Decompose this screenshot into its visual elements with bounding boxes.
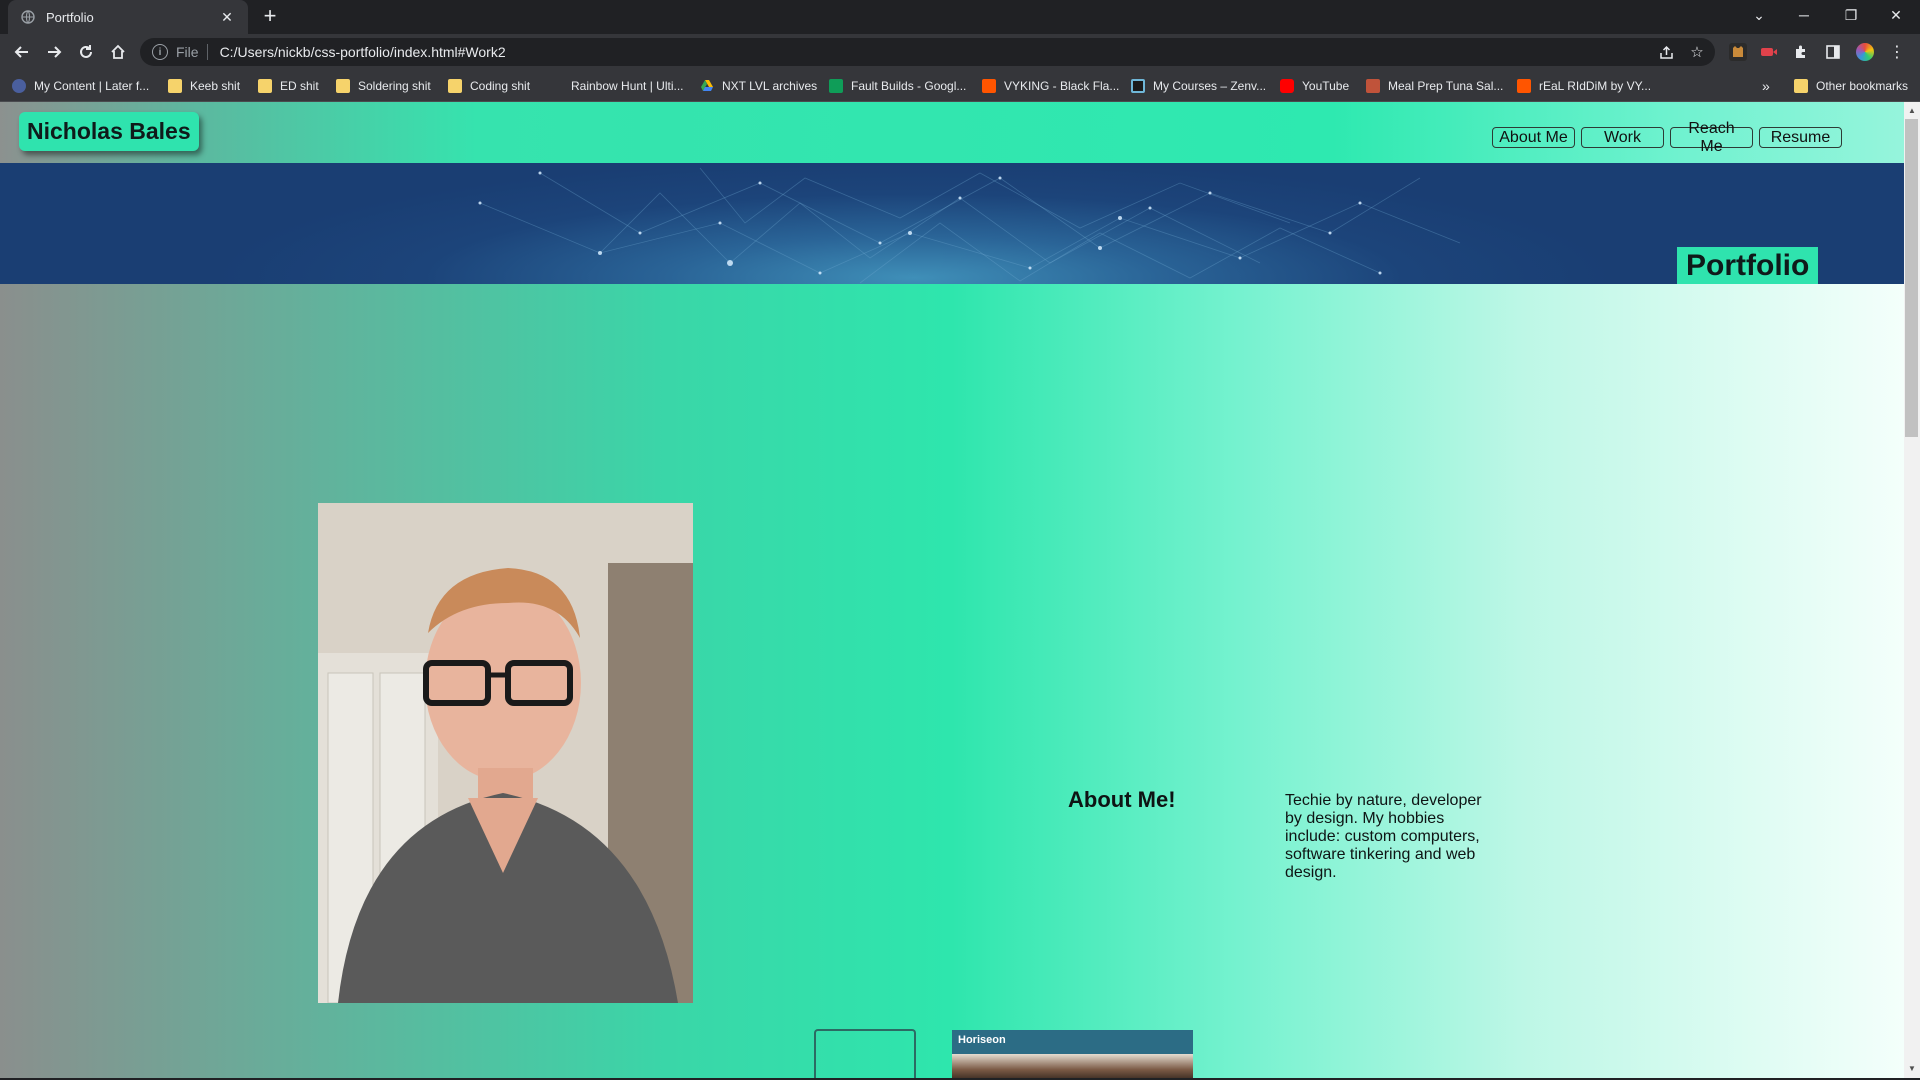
bookmark-label: Coding shit (470, 79, 531, 93)
bookmark-item[interactable]: VYKING - Black Fla... (982, 76, 1119, 96)
nav-work[interactable]: Work (1581, 127, 1664, 148)
divider (206, 44, 208, 60)
bookmark-label: Other bookmarks (1816, 79, 1909, 93)
extensions-puzzle-icon[interactable] (1792, 43, 1810, 61)
work-card-horiseon[interactable]: Horiseon (952, 1030, 1193, 1078)
url-scheme: File (176, 44, 199, 60)
bookmark-item[interactable]: Fault Builds - Googl... (829, 76, 966, 96)
bookmark-item[interactable]: My Courses – Zenv... (1131, 76, 1266, 96)
bookmark-label: Fault Builds - Googl... (851, 79, 967, 93)
address-bar[interactable]: i File C:/Users/nickb/css-portfolio/inde… (140, 38, 1715, 66)
about-heading: About Me! (1068, 787, 1176, 812)
site-logo[interactable]: Nicholas Bales (19, 112, 199, 151)
bookmark-item[interactable]: My Content | Later f... (12, 76, 149, 96)
back-arrow-icon[interactable] (8, 38, 36, 66)
work-card-label: Horiseon (958, 1034, 1006, 1046)
bookmark-item[interactable]: Meal Prep Tuna Sal... (1366, 76, 1503, 96)
later-icon (12, 79, 26, 93)
bookmark-label: ED shit (280, 79, 319, 93)
folder-icon (448, 79, 462, 93)
drive-icon (700, 79, 714, 93)
tab-strip: Portfolio ✕ + ⌄ ─ ❐ ✕ (0, 0, 1920, 34)
bookmark-item[interactable]: NXT LVL archives (700, 76, 817, 96)
work-card-image (952, 1054, 1193, 1078)
window-close-button[interactable]: ✕ (1874, 0, 1918, 30)
bookmark-label: My Content | Later f... (34, 79, 150, 93)
nav-reach-me[interactable]: Reach Me (1670, 120, 1753, 155)
bookmark-star-icon[interactable]: ☆ (1685, 40, 1709, 64)
tab-portfolio[interactable]: Portfolio ✕ (8, 0, 248, 34)
bookmark-folder[interactable]: Keeb shit (168, 76, 240, 96)
bookmark-label: VYKING - Black Fla... (1004, 79, 1120, 93)
bookmark-label: Meal Prep Tuna Sal... (1388, 79, 1504, 93)
forward-arrow-icon[interactable] (40, 38, 68, 66)
extension-cat-icon[interactable] (1729, 43, 1747, 61)
info-icon[interactable]: i (152, 44, 168, 60)
bookmark-label: Keeb shit (190, 79, 241, 93)
site-nav: About Me Work Reach Me Resume (1492, 120, 1842, 155)
page-title: Portfolio (1677, 247, 1819, 284)
hero-banner: Portfolio (0, 163, 1904, 284)
home-icon[interactable] (104, 38, 132, 66)
globe-icon (20, 9, 36, 25)
menu-kebab-icon[interactable]: ⋮ (1888, 43, 1906, 61)
bookmark-item[interactable]: rEaL RIdDiM by VY... (1517, 76, 1651, 96)
nav-about-me[interactable]: About Me (1492, 127, 1575, 148)
work-thumbnail[interactable] (814, 1029, 916, 1078)
youtube-icon (1280, 79, 1294, 93)
scroll-down-arrow-icon[interactable]: ▼ (1904, 1060, 1920, 1076)
bookmark-label: Rainbow Hunt | Ulti... (571, 79, 684, 93)
browser-toolbar: i File C:/Users/nickb/css-portfolio/inde… (0, 34, 1920, 70)
side-panel-icon[interactable] (1824, 43, 1842, 61)
bookmarks-bar: My Content | Later f... Keeb shit ED shi… (0, 70, 1920, 102)
reload-icon[interactable] (72, 38, 100, 66)
tab-title: Portfolio (46, 9, 94, 25)
page-viewport: Nicholas Bales About Me Work Reach Me Re… (0, 102, 1904, 1078)
bookmark-folder[interactable]: Coding shit (448, 76, 530, 96)
recipe-icon (1366, 79, 1380, 93)
folder-icon (258, 79, 272, 93)
bookmark-folder[interactable]: Soldering shit (336, 76, 431, 96)
bookmark-label: YouTube (1302, 79, 1350, 93)
other-bookmarks-folder[interactable]: Other bookmarks (1794, 76, 1908, 96)
bookmark-label: Soldering shit (358, 79, 431, 93)
restore-button[interactable]: ❐ (1829, 0, 1873, 30)
folder-icon (1794, 79, 1808, 93)
bookmark-item[interactable]: Rainbow Hunt | Ulti... (571, 76, 684, 96)
site-header: Nicholas Bales About Me Work Reach Me Re… (0, 102, 1904, 163)
bookmark-item[interactable]: YouTube (1280, 76, 1349, 96)
nav-resume[interactable]: Resume (1759, 127, 1842, 148)
folder-icon (336, 79, 350, 93)
tab-search-button[interactable]: ⌄ (1737, 0, 1781, 30)
about-text: Techie by nature, developer by design. M… (1285, 792, 1482, 881)
soundcloud-icon (1517, 79, 1531, 93)
share-icon[interactable] (1654, 40, 1678, 64)
close-icon[interactable]: ✕ (218, 8, 236, 26)
bookmark-label: My Courses – Zenv... (1153, 79, 1267, 93)
zenva-icon (1131, 79, 1145, 93)
extension-record-icon[interactable] (1760, 43, 1778, 61)
minimize-button[interactable]: ─ (1782, 0, 1826, 30)
bookmark-label: NXT LVL archives (722, 79, 818, 93)
sheets-icon (829, 79, 843, 93)
soundcloud-icon (982, 79, 996, 93)
scrollbar-thumb[interactable] (1905, 119, 1918, 437)
new-tab-button[interactable]: + (258, 5, 282, 29)
folder-icon (168, 79, 182, 93)
profile-avatar[interactable] (1856, 43, 1874, 61)
profile-photo (318, 503, 693, 1003)
bookmark-folder[interactable]: ED shit (258, 76, 319, 96)
network-background (478, 167, 1461, 284)
bookmark-label: rEaL RIdDiM by VY... (1539, 79, 1652, 93)
scroll-up-arrow-icon[interactable]: ▲ (1904, 102, 1920, 118)
bookmarks-overflow-button[interactable]: » (1762, 76, 1770, 96)
url-text[interactable]: C:/Users/nickb/css-portfolio/index.html#… (220, 44, 506, 60)
